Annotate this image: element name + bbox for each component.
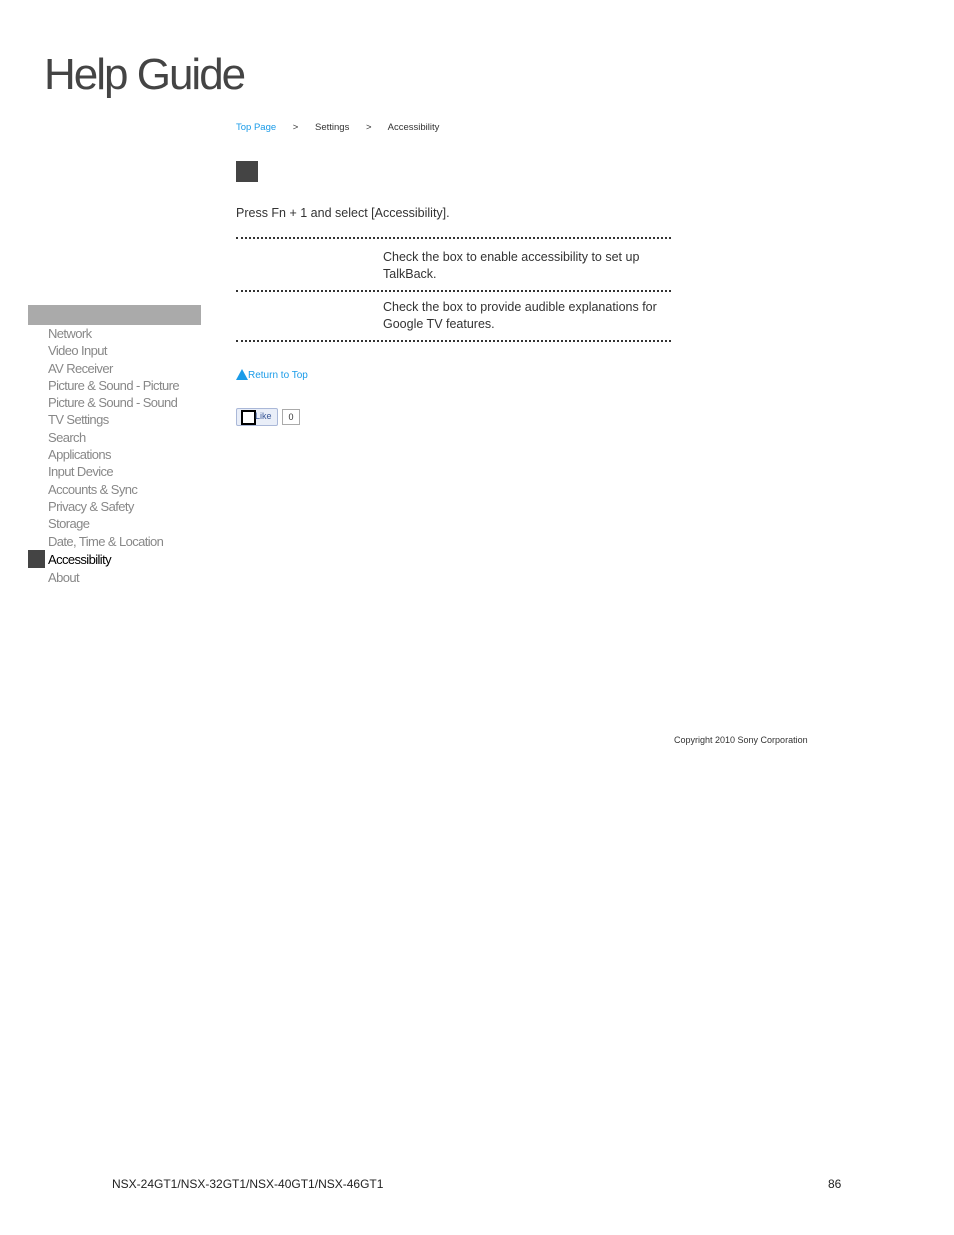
sidebar-item-picture-sound-picture[interactable]: Picture & Sound - Picture xyxy=(28,377,180,394)
sidebar-item-label: TV Settings xyxy=(48,412,109,428)
sidebar-item-label: Privacy & Safety xyxy=(48,498,134,514)
breadcrumb-settings: Settings xyxy=(315,122,350,133)
sidebar-item-picture-sound-sound[interactable]: Picture & Sound - Sound xyxy=(28,394,179,411)
sidebar-item-tv-settings[interactable]: TV Settings xyxy=(28,411,179,428)
sidebar-item-storage[interactable]: Storage xyxy=(28,515,179,532)
sidebar-item-av-receiver[interactable]: AV Receiver xyxy=(28,360,179,377)
divider xyxy=(236,340,671,342)
like-label: Like xyxy=(255,411,272,421)
page-number: 86 xyxy=(828,1177,842,1191)
sidebar-item-label: Picture & Sound - Sound xyxy=(48,395,178,411)
up-arrow-icon xyxy=(236,369,248,380)
heading-marker-icon xyxy=(236,161,258,182)
intro-text: Press Fn + 1 and select [Accessibility]. xyxy=(236,206,450,220)
return-to-top-link[interactable]: Return to Top xyxy=(236,369,308,381)
sidebar-item-label: Accounts & Sync xyxy=(48,481,138,497)
row-description: Check the box to enable accessibility to… xyxy=(383,250,640,281)
breadcrumb-accessibility: Accessibility xyxy=(387,122,440,133)
breadcrumb-top-page[interactable]: Top Page xyxy=(236,122,276,133)
sidebar-item-label: Applications xyxy=(48,447,112,463)
sidebar-item-date-time-location[interactable]: Date, Time & Location xyxy=(28,533,179,550)
sidebar-item-accounts-sync[interactable]: Accounts & Sync xyxy=(28,481,179,498)
sidebar-item-search[interactable]: Search xyxy=(28,429,179,446)
sidebar-header xyxy=(28,305,201,325)
sidebar-item-accessibility[interactable]: Accessibility xyxy=(28,549,179,569)
active-marker-icon xyxy=(28,549,45,568)
page-title: Help Guide xyxy=(44,50,246,99)
page: Help Guide Top Page > Settings > Accessi… xyxy=(0,0,954,1235)
divider xyxy=(236,237,671,239)
model-numbers: NSX-24GT1/NSX-32GT1/NSX-40GT1/NSX-46GT1 xyxy=(112,1177,384,1191)
sidebar-item-applications[interactable]: Applications xyxy=(28,446,179,463)
sidebar-item-label: Accessibility xyxy=(48,551,112,567)
copyright: Copyright 2010 Sony Corporation xyxy=(674,735,808,745)
like-checkbox-icon xyxy=(241,410,256,425)
sidebar-item-privacy-safety[interactable]: Privacy & Safety xyxy=(28,498,179,515)
like-button[interactable]: Like xyxy=(236,408,278,426)
return-to-top-label: Return to Top xyxy=(248,370,308,381)
sidebar-item-label: Input Device xyxy=(48,464,114,480)
sidebar-item-network[interactable]: Network xyxy=(28,325,179,342)
sidebar-item-input-device[interactable]: Input Device xyxy=(28,463,179,480)
sidebar-item-label: Video Input xyxy=(48,343,108,359)
sidebar-item-label: Network xyxy=(48,326,92,341)
like-count: 0 xyxy=(282,409,300,425)
sidebar-item-label: AV Receiver xyxy=(48,360,113,376)
sidebar-item-label: Storage xyxy=(48,516,90,532)
breadcrumb: Top Page > Settings > Accessibility xyxy=(236,122,453,133)
row-description: Check the box to provide audible explana… xyxy=(383,300,657,331)
sidebar-item-label: Date, Time & Location xyxy=(48,533,164,549)
sidebar-item-label: Picture & Sound - Picture xyxy=(48,377,180,393)
sidebar-item-label: About xyxy=(48,569,80,585)
breadcrumb-separator: > xyxy=(365,122,372,133)
divider xyxy=(236,290,671,292)
sidebar-item-label: Search xyxy=(48,429,86,445)
sidebar-item-video-input[interactable]: Video Input xyxy=(28,342,179,359)
sidebar-nav: Network Video Input AV Receiver Picture & S… xyxy=(28,325,180,586)
sidebar-item-about[interactable]: About xyxy=(28,569,179,586)
breadcrumb-separator: > xyxy=(292,122,299,133)
